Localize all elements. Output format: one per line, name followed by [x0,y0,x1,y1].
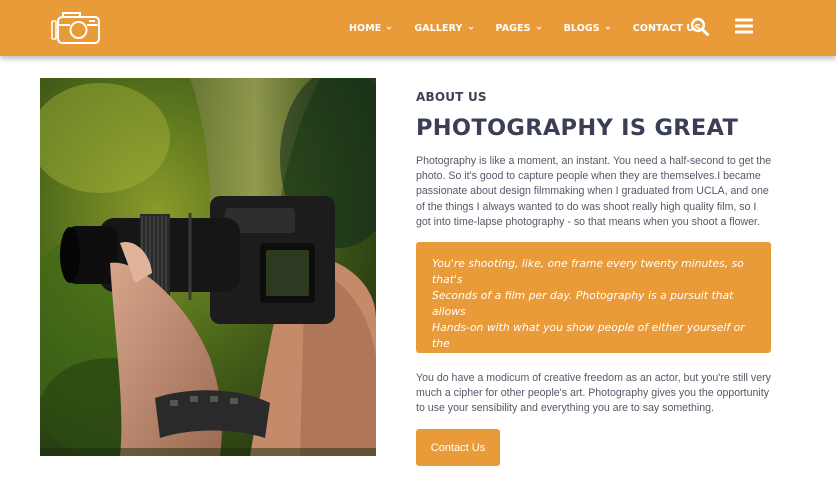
nav-item-label: HOME [349,22,382,34]
quote-line: Hands-on with what you show people of ei… [432,321,745,350]
chevron-down-icon [468,26,473,30]
chevron-down-icon [387,26,392,30]
quote-box: You're shooting, like, one frame every t… [416,242,771,353]
nav-item-blogs[interactable]: BLOGS [564,23,611,34]
nav-item-label: PAGES [495,22,531,34]
body-paragraph: You do have a modicum of creative freedo… [416,372,771,415]
nav-item-pages[interactable]: PAGES [496,23,542,34]
top-navbar: HOME GALLERY PAGES BLOGS CONTACT US [0,0,836,56]
camera-logo-icon[interactable] [50,9,102,45]
chevron-down-icon [605,26,611,30]
section-title: PHOTOGRAPHY IS GREAT [416,115,739,141]
hero-photo [40,78,376,456]
camera-photo-illustration [40,78,376,456]
chevron-down-icon [536,26,541,30]
contact-us-button[interactable]: Contact Us [416,429,500,466]
about-section: ABOUT US PHOTOGRAPHY IS GREAT Photograph… [416,90,772,466]
hamburger-menu-icon[interactable] [734,17,754,35]
nav-item-label: GALLERY [414,22,463,34]
main-nav: HOME GALLERY PAGES BLOGS CONTACT US [349,0,701,56]
quote-line: You're shooting, like, one frame every t… [432,257,744,286]
nav-item-label: BLOGS [563,22,600,34]
section-eyebrow: ABOUT US [416,90,487,104]
nav-item-home[interactable]: HOME [349,23,392,34]
search-icon[interactable] [690,17,710,37]
quote-line: Seconds of a film per day. Photography i… [432,289,734,318]
nav-item-gallery[interactable]: GALLERY [414,23,473,34]
intro-paragraph: Photography is like a moment, an instant… [416,155,772,228]
